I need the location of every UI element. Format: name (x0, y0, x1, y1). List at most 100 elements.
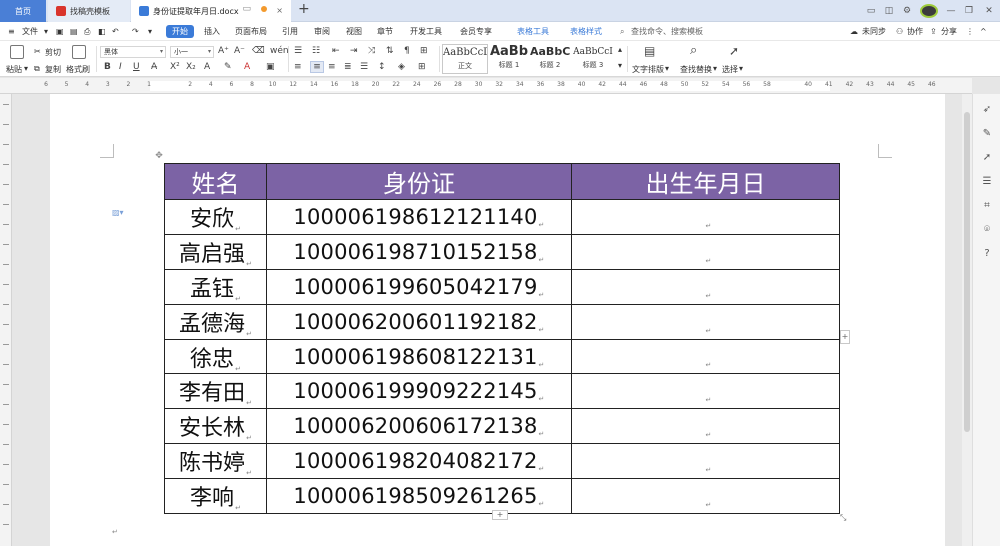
text-layout-icon[interactable]: ▤ (644, 44, 655, 58)
tab-document[interactable]: 身份证提取年月日.docx ▭ × (131, 0, 291, 22)
styles-scroll-up-icon[interactable]: ▴ (618, 45, 622, 54)
settings-icon[interactable]: ⚙ (898, 6, 916, 16)
highlight-icon[interactable]: ✎ (224, 62, 232, 72)
share-button[interactable]: 分享 (941, 22, 957, 41)
cell-id[interactable]: 100006199909222145↵ (266, 373, 572, 410)
vertical-scrollbar[interactable] (962, 94, 972, 546)
rocket-icon[interactable]: ➶ (981, 104, 993, 116)
collab-button[interactable]: 协作 (907, 22, 923, 41)
grow-font-icon[interactable]: A⁺ (218, 46, 229, 56)
cut-button[interactable]: 剪切 (45, 47, 61, 58)
find-replace-caret-icon[interactable]: ▾ (713, 64, 717, 73)
cut-icon[interactable]: ✂ (34, 47, 41, 56)
cell-birthdate[interactable]: ↵ (571, 478, 840, 515)
cell-birthdate[interactable]: ↵ (571, 303, 840, 340)
find-replace-icon[interactable]: ⌕ (690, 43, 697, 58)
menu-view[interactable]: 视图 (346, 22, 362, 41)
align-center-icon[interactable]: ≡ (310, 61, 324, 73)
header-birthdate[interactable]: 出生年月日 (571, 163, 840, 200)
cell-id[interactable]: 100006200606172138↵ (266, 408, 572, 445)
menu-page-layout[interactable]: 页面布局 (235, 22, 267, 41)
find-replace-button[interactable]: 查找替换 (680, 64, 712, 75)
format-painter-icon[interactable] (72, 45, 86, 59)
avatar[interactable] (920, 4, 938, 18)
menu-chapter[interactable]: 章节 (377, 22, 393, 41)
cell-birthdate[interactable]: ↵ (571, 408, 840, 445)
text-layout-caret-icon[interactable]: ▾ (665, 64, 669, 73)
cell-name[interactable]: 陈书婷↵ (164, 443, 267, 480)
table-move-handle-icon[interactable]: ✥ (154, 151, 164, 161)
cell-id[interactable]: 100006198710152158↵ (266, 233, 572, 270)
undo-icon[interactable]: ↶ (112, 22, 119, 41)
sliders-icon[interactable]: ☰ (981, 176, 993, 188)
font-name-select[interactable]: 黑体 ▾ (100, 46, 166, 58)
format-painter-button[interactable]: 格式刷 (66, 64, 90, 75)
header-id[interactable]: 身份证 (266, 163, 572, 200)
chinese-layout-icon[interactable]: ⤨ (368, 46, 375, 56)
table-resize-handle-icon[interactable]: ⤡ (840, 513, 846, 523)
cell-id[interactable]: 100006198509261265↵ (266, 478, 572, 515)
cell-id[interactable]: 100006199605042179↵ (266, 268, 572, 305)
add-column-button[interactable]: + (840, 330, 850, 344)
bold-icon[interactable]: B (104, 62, 111, 72)
menu-table-tools[interactable]: 表格工具 (517, 22, 549, 41)
paste-caret-icon[interactable]: ▾ (24, 64, 28, 73)
cell-birthdate[interactable]: ↵ (571, 268, 840, 305)
align-left-icon[interactable]: ≡ (294, 62, 302, 72)
superscript-icon[interactable]: X² (170, 62, 180, 72)
search-icon[interactable]: ⌕ (620, 22, 624, 41)
clear-format-icon[interactable]: ⌫ (252, 46, 265, 56)
indent-icon[interactable]: ⇥ (350, 46, 358, 56)
header-name[interactable]: 姓名 (164, 163, 267, 200)
cell-name[interactable]: 高启强↵ (164, 233, 267, 270)
strikethrough-icon[interactable]: A̶ (151, 62, 157, 72)
paste-icon[interactable] (10, 45, 24, 59)
sync-status[interactable]: 未同步 (862, 22, 886, 41)
help-icon[interactable]: ? (981, 248, 993, 260)
menu-file-caret-icon[interactable]: ▾ (44, 22, 48, 41)
menu-references[interactable]: 引用 (282, 22, 298, 41)
command-search[interactable]: 查找命令、搜索模板 (631, 22, 703, 41)
style-heading-3[interactable]: AaBbCcI 标题 3 (571, 44, 615, 74)
select-cursor-icon[interactable]: ➚ (729, 44, 739, 58)
more-icon[interactable]: ⋮ (966, 22, 974, 41)
tab-template[interactable]: 找稿壳模板 (48, 0, 130, 22)
cell-birthdate[interactable]: ↵ (571, 199, 840, 235)
minimize-icon[interactable]: — (942, 6, 960, 16)
char-border-icon[interactable]: ▣ (266, 62, 275, 72)
text-layout-button[interactable]: 文字排版 (632, 64, 664, 75)
select-caret-icon[interactable]: ▾ (739, 64, 743, 73)
scrollbar-thumb[interactable] (964, 112, 970, 432)
cell-id[interactable]: 100006198608122131↵ (266, 338, 572, 375)
justify-icon[interactable]: ≣ (344, 62, 352, 72)
menu-member[interactable]: 会员专享 (460, 22, 492, 41)
font-size-select[interactable]: 小一 ▾ (170, 46, 214, 58)
subscript-icon[interactable]: X₂ (186, 62, 196, 72)
cell-id[interactable]: 100006198204082172↵ (266, 443, 572, 480)
cell-name[interactable]: 安欣↵ (164, 199, 267, 235)
select-button[interactable]: 选择 (722, 64, 738, 75)
skin-icon[interactable]: ◫ (880, 6, 898, 16)
cell-birthdate[interactable]: ↵ (571, 373, 840, 410)
cell-name[interactable]: 孟钰↵ (164, 268, 267, 305)
collapse-ribbon-icon[interactable]: ^ (980, 22, 987, 41)
folder-icon[interactable]: ▤ (70, 22, 78, 41)
font-color-icon[interactable]: A (244, 62, 250, 72)
cursor-icon[interactable]: ➚ (981, 152, 993, 164)
underline-icon[interactable]: U (133, 62, 140, 72)
crop-icon[interactable]: ⌗ (981, 200, 993, 212)
close-tab-icon[interactable]: × (276, 6, 283, 15)
document-page[interactable]: ✥ ▨▾ 姓名 身份证 出生年月日 安欣↵ 100006198612121140↵… (50, 94, 945, 546)
italic-icon[interactable]: I (119, 62, 122, 72)
print-preview-icon[interactable]: ◧ (98, 22, 106, 41)
numbering-icon[interactable]: ☷ (312, 46, 320, 56)
print-icon[interactable]: ⎙ (84, 22, 90, 41)
menu-home[interactable]: 开始 (166, 25, 194, 38)
copy-icon[interactable]: ⧉ (34, 64, 40, 74)
menu-file[interactable]: 文件 (22, 22, 38, 41)
menu-developer[interactable]: 开发工具 (410, 22, 442, 41)
bullets-icon[interactable]: ☰ (294, 46, 302, 56)
new-tab-button[interactable]: + (298, 1, 310, 17)
line-spacing-icon[interactable]: ↕ (378, 62, 386, 72)
align-right-icon[interactable]: ≡ (328, 62, 336, 72)
